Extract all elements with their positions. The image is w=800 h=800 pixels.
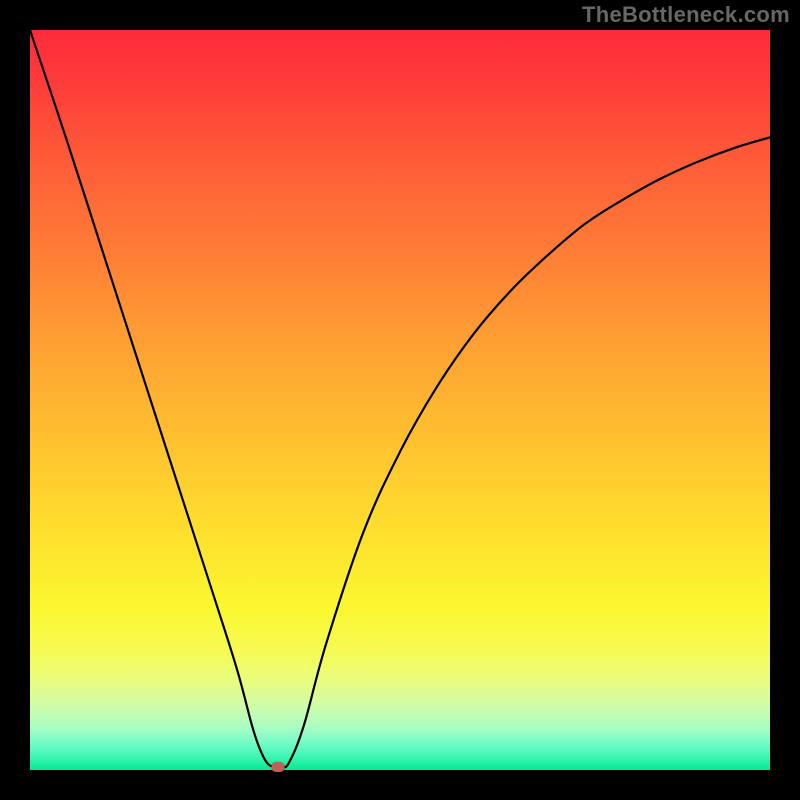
chart-frame: TheBottleneck.com [0,0,800,800]
plot-area [30,30,770,770]
bottleneck-curve [30,30,770,770]
optimal-point-marker [271,762,284,772]
watermark-text: TheBottleneck.com [582,2,790,28]
